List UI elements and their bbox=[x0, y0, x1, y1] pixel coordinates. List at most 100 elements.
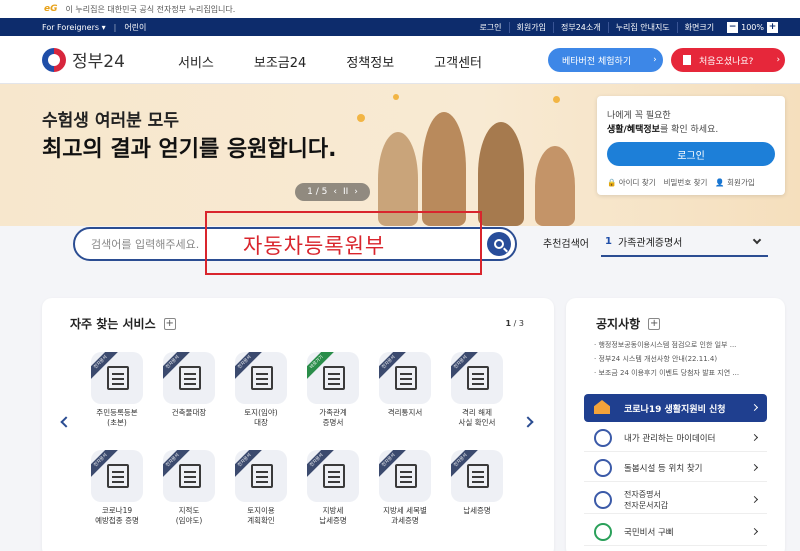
recommended-term: 가족관계증명서 bbox=[617, 237, 683, 249]
first-visit-label: 처음오셨나요? bbox=[699, 56, 754, 67]
menu-policy[interactable]: 정책정보 bbox=[346, 52, 394, 71]
services-more-button[interactable]: + bbox=[163, 317, 176, 330]
menu-services[interactable]: 서비스 bbox=[178, 52, 214, 71]
service-tile-quarantine-release[interactable]: 전자문서 격리 해제 사실 확인서 bbox=[442, 352, 512, 428]
divider: | bbox=[113, 22, 117, 32]
top-signup-link[interactable]: 회원가입 bbox=[508, 21, 553, 33]
login-card-line2: 생활/혜택정보를 확인 하세요. bbox=[607, 125, 719, 135]
egov-logo: eG bbox=[44, 4, 58, 14]
utility-bar: For Foreigners ▾ | 어린이 로그인 회원가입 정부24소개 누… bbox=[0, 18, 800, 36]
gubbi-link[interactable]: 국민비서 구삐 bbox=[584, 518, 767, 546]
main-menu: 서비스 보조금24 정책정보 고객센터 bbox=[178, 52, 482, 71]
gov24-logo[interactable]: 정부24 bbox=[42, 47, 125, 72]
frequent-services-panel: 자주 찾는 서비스 + 1 / 3 전자문서 주민등록등본 (초본) 전자문서 건축… bbox=[42, 298, 554, 551]
zoom-out-button[interactable]: − bbox=[727, 21, 739, 33]
service-tile-tax-payment[interactable]: 전자문서 납세증명 bbox=[442, 450, 512, 516]
for-foreigners-link[interactable]: For Foreigners ▾ bbox=[42, 23, 106, 32]
services-prev-arrow-icon[interactable] bbox=[60, 416, 72, 428]
e-wallet-link[interactable]: 전자증명서 전자문서지갑 bbox=[584, 486, 767, 514]
login-card-line1: 나에게 꼭 필요한 bbox=[607, 111, 671, 121]
coins-icon bbox=[467, 464, 489, 488]
decor-dot bbox=[393, 94, 399, 100]
menu-subsidy24[interactable]: 보조금24 bbox=[254, 52, 306, 71]
service-tile-building-register[interactable]: 전자문서 건축물대장 bbox=[154, 352, 224, 418]
login-button[interactable]: 로그인 bbox=[607, 142, 775, 166]
service-tile-family-relation[interactable]: 바로가기 가족관계 증명서 bbox=[298, 352, 368, 428]
search-button[interactable] bbox=[487, 232, 511, 256]
main-header: 정부24 서비스 보조금24 정책정보 고객센터 베타버전 체험하기 › 처음오… bbox=[0, 36, 800, 84]
document-search-icon bbox=[179, 366, 201, 390]
services-next-arrow-icon[interactable] bbox=[522, 416, 534, 428]
notice-item[interactable]: 행정정보공동이용시스템 점검으로 인한 일부 ... bbox=[594, 338, 774, 352]
find-password-link[interactable]: 비밀번호 찾기 bbox=[664, 177, 708, 188]
kids-link[interactable]: 어린이 bbox=[124, 22, 146, 33]
decor-dot bbox=[357, 114, 365, 122]
map-pin-icon bbox=[251, 366, 273, 390]
search-icon bbox=[494, 239, 504, 249]
services-title: 자주 찾는 서비스 + bbox=[70, 317, 176, 331]
menu-support[interactable]: 고객센터 bbox=[434, 52, 482, 71]
services-page-indicator: 1 / 3 bbox=[505, 319, 524, 328]
service-tile-quarantine-notice[interactable]: 전자문서 격리통지서 bbox=[370, 352, 440, 418]
decor-dot bbox=[553, 96, 560, 103]
service-tile-cadastral-map[interactable]: 전자문서 지적도 (임야도) bbox=[154, 450, 224, 526]
logo-text: 정부24 bbox=[72, 52, 125, 72]
top-login-link[interactable]: 로그인 bbox=[472, 22, 508, 33]
notice-title: 공지사항 + bbox=[596, 317, 661, 331]
hero-line1: 수험생 여러분 모두 bbox=[42, 111, 179, 131]
recommended-rank: 1 bbox=[605, 235, 612, 247]
syringe-icon bbox=[107, 464, 129, 488]
recommended-search: 추천검색어 1 가족관계증명서 bbox=[543, 227, 768, 257]
prev-slide-icon[interactable]: ‹ bbox=[333, 187, 337, 197]
chevron-right-icon: › bbox=[653, 55, 657, 65]
service-tile-local-tax-payment[interactable]: 전자문서 지방세 납세증명 bbox=[298, 450, 368, 526]
login-card: 나에게 꼭 필요한 생활/혜택정보를 확인 하세요. 로그인 🔒 아이디 찾기 … bbox=[597, 96, 785, 195]
beta-label: 베타버전 체험하기 bbox=[562, 56, 632, 67]
virus-document-icon bbox=[467, 366, 489, 390]
covid-support-button[interactable]: 코로나19 생활지원비 신청 bbox=[584, 394, 767, 422]
service-tile-land-use-plan[interactable]: 전자문서 토지이용 계획확인 bbox=[226, 450, 296, 526]
my-data-link[interactable]: 내가 관리하는 마이데이터 bbox=[584, 424, 767, 452]
signup-link[interactable]: 👤 회원가입 bbox=[715, 177, 754, 188]
chevron-right-icon: › bbox=[776, 55, 781, 65]
next-slide-icon[interactable]: › bbox=[354, 187, 358, 197]
magnifier-map-icon bbox=[179, 464, 201, 488]
document-icon bbox=[323, 366, 345, 390]
find-id-link[interactable]: 🔒 아이디 찾기 bbox=[607, 177, 656, 188]
house-icon bbox=[594, 400, 610, 414]
first-visit-button[interactable]: 처음오셨나요? › bbox=[671, 48, 785, 72]
sitemap-link[interactable]: 누리집 안내지도 bbox=[607, 21, 677, 33]
bookmark-icon bbox=[683, 55, 691, 65]
map-icon bbox=[251, 464, 273, 488]
recommended-dropdown[interactable]: 1 가족관계증명서 bbox=[601, 227, 768, 257]
pager-count: 1 / 5 bbox=[307, 187, 328, 197]
location-pin-icon bbox=[594, 459, 612, 477]
hero-pager: 1 / 5 ‹ II › bbox=[295, 183, 370, 201]
pause-icon[interactable]: II bbox=[343, 187, 348, 197]
document-icon bbox=[323, 464, 345, 488]
phone-document-icon bbox=[594, 491, 612, 509]
about-link[interactable]: 정부24소개 bbox=[552, 21, 608, 33]
database-icon bbox=[594, 429, 612, 447]
id-card-icon bbox=[107, 366, 129, 390]
house-document-icon bbox=[395, 366, 417, 390]
service-tile-resident-register[interactable]: 전자문서 주민등록등본 (초본) bbox=[82, 352, 152, 428]
zoom-value: 100% bbox=[741, 22, 764, 32]
screen-size-label: 화면크기 bbox=[676, 21, 721, 33]
hero-line2: 최고의 결과 얻기를 응원합니다. bbox=[42, 137, 337, 162]
zoom-control: − 100% + bbox=[727, 21, 778, 33]
zoom-in-button[interactable]: + bbox=[767, 21, 778, 33]
notice-more-button[interactable]: + bbox=[648, 317, 661, 330]
gov-banner-text: 이 누리집은 대한민국 공식 전자정부 누리집입니다. bbox=[65, 4, 236, 14]
service-tile-land-register[interactable]: 전자문서 토지(임야) 대장 bbox=[226, 352, 296, 428]
service-tile-covid-vaccine[interactable]: 전자문서 코로나19 예방접종 증명 bbox=[82, 450, 152, 526]
notice-list: 행정정보공동이용시스템 점검으로 인한 일부 ... 정부24 시스템 개선사항… bbox=[594, 338, 774, 380]
beta-version-button[interactable]: 베타버전 체험하기 › bbox=[548, 48, 663, 72]
annotation-text: 자동차등록원부 bbox=[243, 234, 386, 258]
taegeuk-icon bbox=[42, 47, 66, 72]
care-facility-link[interactable]: 돌봄시설 등 위치 찾기 bbox=[584, 454, 767, 482]
chart-search-icon bbox=[395, 464, 417, 488]
service-tile-local-tax-itemized[interactable]: 전자문서 지방세 세목별 과세증명 bbox=[370, 450, 440, 526]
notice-item[interactable]: 보조금 24 이용후기 이벤트 당첨자 발표 지연 ... bbox=[594, 366, 774, 380]
notice-item[interactable]: 정부24 시스템 개선사항 안내(22.11.4) bbox=[594, 352, 774, 366]
